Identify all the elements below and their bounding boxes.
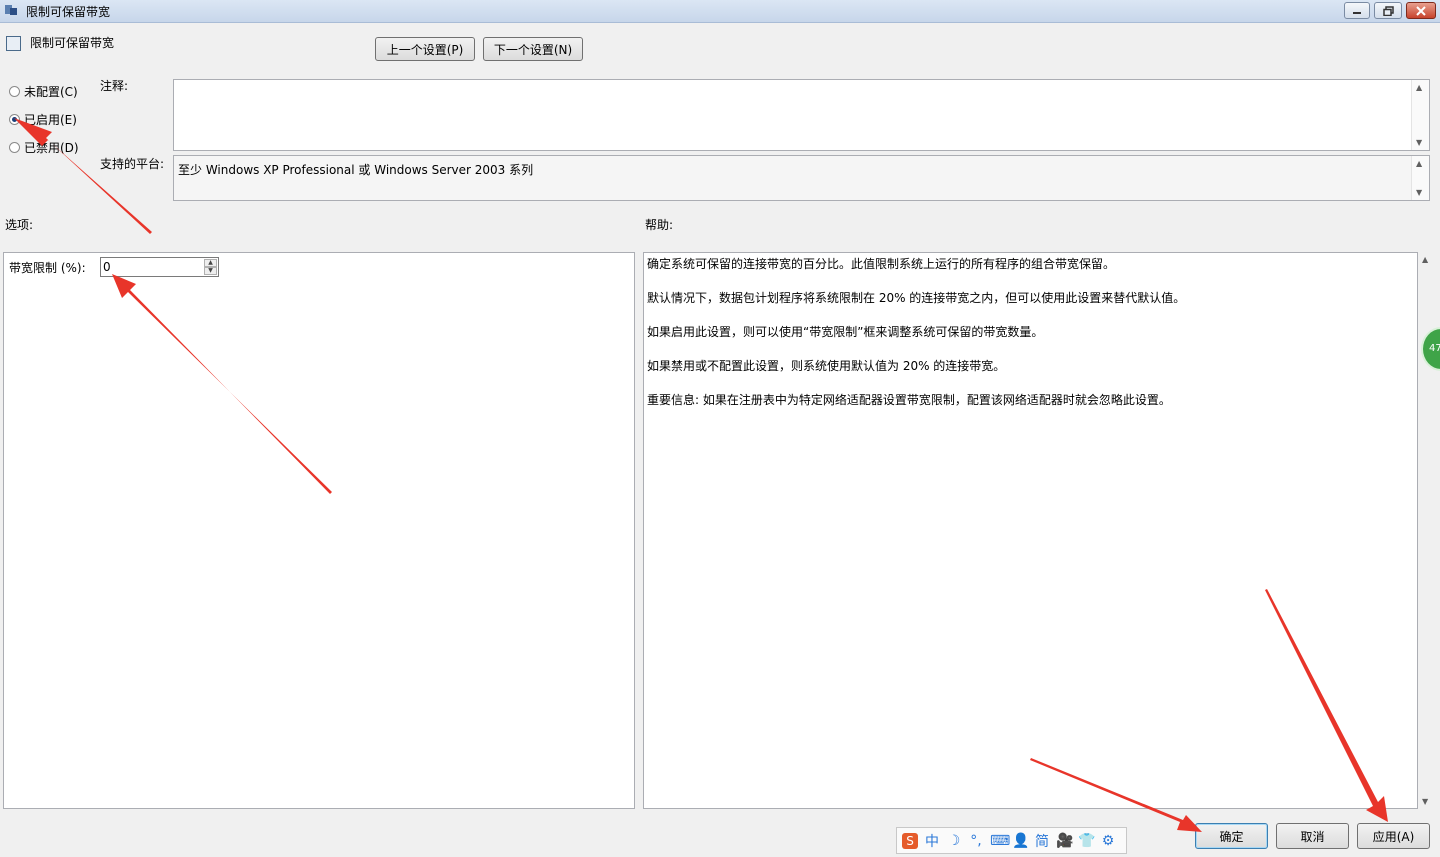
minimize-button[interactable] — [1344, 2, 1370, 19]
help-paragraph: 如果禁用或不配置此设置，则系统使用默认值为 20% 的连接带宽。 — [647, 359, 1006, 373]
ime-toolbar[interactable]: S 中 ☽ °, ⌨ 👤 简 🎥 👕 ⚙ — [896, 827, 1127, 854]
keyboard-icon[interactable]: ⌨ — [990, 833, 1010, 849]
radio-label: 已启用(E) — [24, 113, 77, 127]
scroll-up-icon[interactable]: ▲ — [1422, 255, 1428, 264]
bandwidth-limit-spinbox[interactable]: ▲ ▼ — [100, 257, 219, 277]
sogou-logo-icon[interactable]: S — [902, 832, 918, 849]
moon-icon[interactable]: ☽ — [946, 833, 962, 849]
minimize-icon — [1353, 11, 1361, 14]
radio-not-configured[interactable]: 未配置(C) — [9, 83, 78, 100]
scroll-up-icon[interactable]: ▲ — [1416, 159, 1422, 168]
help-paragraph: 默认情况下，数据包计划程序将系统限制在 20% 的连接带宽之内，但可以使用此设置… — [647, 291, 1186, 305]
radio-circle[interactable] — [9, 142, 20, 153]
options-header: 选项: — [5, 218, 34, 232]
close-button[interactable] — [1406, 2, 1436, 19]
video-icon[interactable]: 🎥 — [1056, 833, 1073, 849]
policy-icon — [6, 36, 21, 51]
radio-label: 已禁用(D) — [24, 141, 79, 155]
restore-icon — [1382, 5, 1394, 16]
skin-icon[interactable]: 👕 — [1078, 833, 1095, 849]
help-paragraph: 重要信息: 如果在注册表中为特定网络适配器设置带宽限制，配置该网络适配器时就会忽… — [647, 393, 1171, 407]
bandwidth-limit-input[interactable] — [103, 259, 203, 275]
arrow-to-enabled — [14, 118, 152, 234]
scroll-down-icon[interactable]: ▼ — [1416, 138, 1422, 147]
ok-button[interactable]: 确定 — [1195, 823, 1268, 849]
spin-down-icon[interactable]: ▼ — [204, 267, 217, 275]
next-setting-button[interactable]: 下一个设置(N) — [483, 37, 583, 61]
scroll-down-icon[interactable]: ▼ — [1416, 188, 1422, 197]
options-pane — [3, 252, 635, 809]
scroll-up-icon[interactable]: ▲ — [1416, 83, 1422, 92]
punctuation-icon[interactable]: °, — [968, 833, 984, 849]
platform-value: 至少 Windows XP Professional 或 Windows Ser… — [178, 163, 534, 177]
help-text: 确定系统可保留的连接带宽的百分比。此值限制系统上运行的所有程序的组合带宽保留。 … — [647, 256, 1407, 426]
previous-setting-button[interactable]: 上一个设置(P) — [375, 37, 475, 61]
app-icon — [5, 5, 17, 15]
comment-label: 注释: — [100, 79, 129, 93]
chinese-mode-icon[interactable]: 中 — [924, 831, 940, 851]
radio-circle-selected[interactable] — [9, 114, 20, 125]
window-title: 限制可保留带宽 — [26, 5, 111, 19]
comment-scrollbar[interactable]: ▲ ▼ — [1411, 80, 1429, 150]
help-paragraph: 确定系统可保留的连接带宽的百分比。此值限制系统上运行的所有程序的组合带宽保留。 — [647, 257, 1116, 271]
radio-disabled[interactable]: 已禁用(D) — [9, 139, 79, 156]
title-bar — [0, 0, 1440, 23]
cancel-button[interactable]: 取消 — [1276, 823, 1349, 849]
platform-scrollbar[interactable]: ▲ ▼ — [1411, 156, 1429, 200]
badge-count: 47 — [1429, 343, 1440, 354]
policy-name: 限制可保留带宽 — [30, 36, 115, 50]
comment-textarea[interactable]: ▲ ▼ — [173, 79, 1430, 151]
simplified-icon[interactable]: 简 — [1034, 831, 1050, 851]
apply-button[interactable]: 应用(A) — [1357, 823, 1430, 849]
close-icon — [1416, 5, 1426, 16]
help-paragraph: 如果启用此设置，则可以使用“带宽限制”框来调整系统可保留的带宽数量。 — [647, 325, 1044, 339]
spin-up-icon[interactable]: ▲ — [204, 259, 217, 267]
restore-button[interactable] — [1374, 2, 1402, 19]
user-icon[interactable]: 👤 — [1012, 833, 1029, 849]
help-header: 帮助: — [645, 218, 674, 232]
radio-label: 未配置(C) — [24, 85, 78, 99]
bandwidth-limit-label: 带宽限制 (%): — [9, 261, 86, 275]
radio-enabled[interactable]: 已启用(E) — [9, 111, 77, 128]
settings-icon[interactable]: ⚙ — [1100, 833, 1116, 849]
scroll-down-icon[interactable]: ▼ — [1422, 797, 1428, 806]
platform-label: 支持的平台: — [100, 157, 165, 171]
radio-circle[interactable] — [9, 86, 20, 97]
